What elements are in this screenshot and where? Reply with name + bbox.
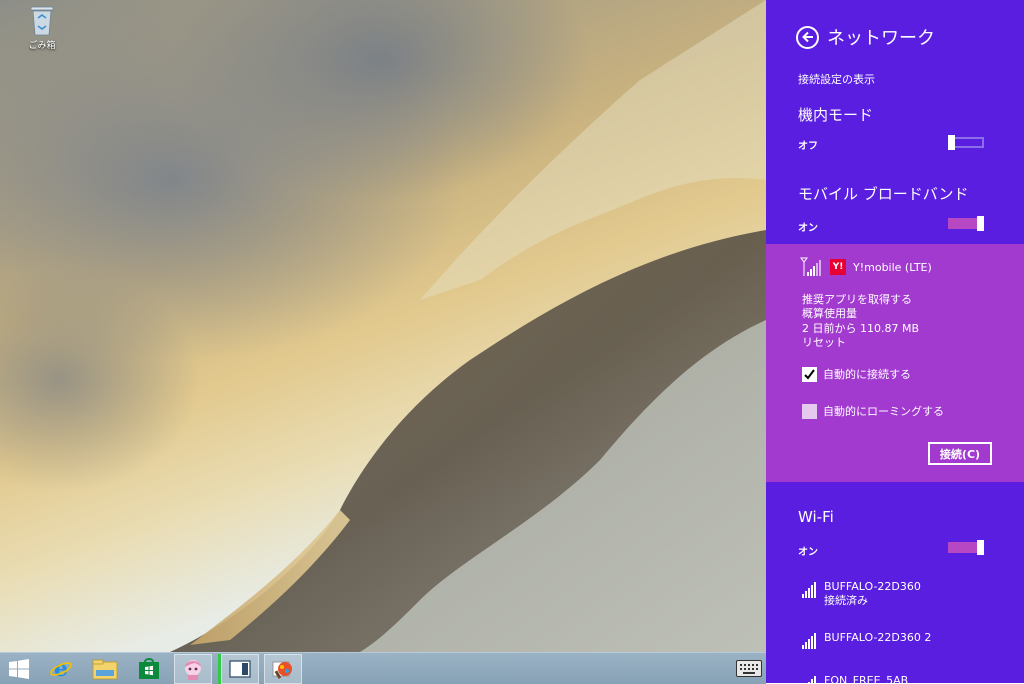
network-flyout: ネットワーク 接続設定の表示 機内モード オフ モバイル ブロードバンド オン …	[766, 0, 1024, 683]
recycle-bin-label: ごみ箱	[28, 41, 56, 51]
auto-connect-label: 自動的に接続する	[823, 368, 911, 381]
auto-connect-checkbox-row[interactable]: 自動的に接続する	[802, 366, 911, 382]
mobile-broadband-state: オン	[798, 223, 818, 234]
auto-connect-checkbox[interactable]	[802, 366, 817, 382]
start-button[interactable]	[0, 654, 38, 684]
windows-store-button[interactable]	[130, 654, 168, 684]
ymobile-logo: Y!	[830, 259, 846, 275]
auto-roaming-checkbox-row[interactable]: 自動的にローミングする	[802, 403, 944, 419]
wifi-ssid: FON_FREE_5AB	[824, 674, 909, 683]
mobile-broadband-toggle[interactable]	[948, 216, 984, 231]
wallpaper-dune-shape	[170, 0, 766, 652]
paint-icon	[272, 661, 292, 679]
wifi-status: 接続済み	[824, 594, 868, 607]
window-icon	[229, 660, 251, 678]
wifi-signal-icon	[802, 633, 816, 649]
wifi-network-item[interactable]: BUFFALO-22D360 2	[802, 631, 931, 649]
reset-usage-link[interactable]: リセット	[802, 334, 846, 350]
recycle-bin-icon	[29, 4, 55, 36]
wifi-title: Wi-Fi	[798, 508, 834, 526]
page-title: ネットワーク	[827, 28, 935, 49]
folder-icon	[92, 659, 118, 680]
airplane-mode-state: オフ	[798, 141, 818, 152]
connect-button[interactable]: 接続(C)	[928, 442, 992, 465]
mobile-network-item-expanded[interactable]: Y! Y!mobile (LTE) 推奨アプリを取得する 概算使用量 2 日前か…	[766, 244, 1024, 482]
wifi-toggle[interactable]	[948, 540, 984, 555]
internet-explorer-icon: e	[50, 657, 72, 681]
recycle-bin[interactable]: ごみ箱	[20, 4, 64, 51]
wifi-signal-icon	[802, 582, 816, 598]
view-connection-settings-link[interactable]: 接続設定の表示	[798, 71, 875, 87]
app-window-button[interactable]	[218, 654, 259, 684]
touch-keyboard-icon[interactable]	[736, 660, 762, 677]
back-arrow-icon[interactable]	[796, 25, 819, 49]
character-app-button[interactable]	[174, 654, 212, 684]
auto-roaming-checkbox[interactable]	[802, 403, 817, 419]
store-icon	[139, 658, 159, 679]
auto-roaming-label: 自動的にローミングする	[823, 405, 944, 418]
wifi-ssid: BUFFALO-22D360	[824, 580, 921, 593]
checkmark-icon	[804, 368, 815, 380]
file-explorer-button[interactable]	[86, 654, 124, 684]
wifi-ssid: BUFFALO-22D360 2	[824, 631, 932, 644]
mobile-broadband-title: モバイル ブロードバンド	[798, 185, 969, 203]
airplane-mode-toggle[interactable]	[948, 135, 984, 150]
carrier-name: Y!mobile (LTE)	[853, 260, 932, 274]
paint-app-button[interactable]	[264, 654, 302, 684]
usage-label: 概算使用量	[802, 307, 857, 320]
network-header: ネットワーク	[796, 24, 935, 50]
airplane-mode-title: 機内モード	[798, 106, 874, 124]
carrier-row: Y! Y!mobile (LTE)	[800, 257, 932, 277]
cellular-signal-icon	[800, 257, 821, 276]
taskbar: e	[0, 652, 766, 684]
wifi-state: オン	[798, 547, 818, 558]
windows-logo-icon	[9, 659, 29, 679]
wifi-network-item[interactable]: FON_FREE_5AB	[802, 674, 908, 683]
anime-character-icon	[185, 660, 201, 680]
desktop-wallpaper: ごみ箱	[0, 0, 766, 652]
internet-explorer-button[interactable]: e	[42, 654, 80, 684]
svg-text:e: e	[54, 657, 68, 681]
wifi-network-item[interactable]: BUFFALO-22D360 接続済み	[802, 580, 921, 608]
wifi-signal-icon	[802, 676, 816, 683]
